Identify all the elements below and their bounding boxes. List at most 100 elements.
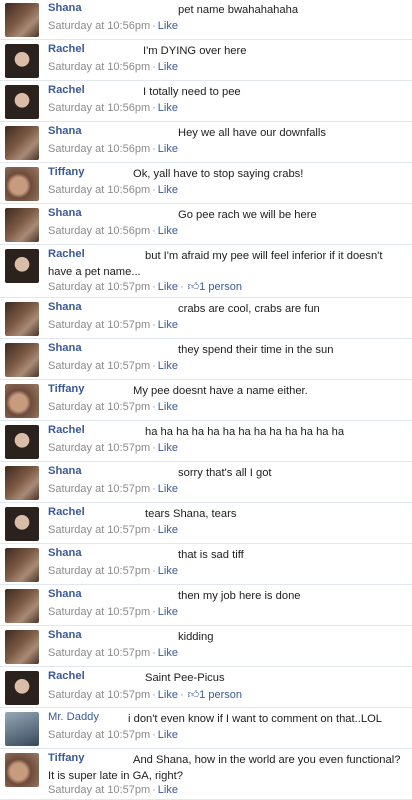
comment-text: Ok, yall have to stop saying crabs! [133,168,304,180]
comment-text: pet name bwahahahaha [178,4,299,16]
avatar[interactable] [5,302,39,336]
comment-item: Shana that is sad tiff Saturday at 10:57pm… [0,545,412,585]
avatar[interactable] [5,671,39,705]
comment-meta: Saturday at 10:57pm · Like · 👍︎1 person [48,280,242,293]
avatar[interactable] [5,44,39,78]
separator-dot: · [152,565,156,577]
comment-text: but I'm afraid my pee will feel inferior… [48,250,383,278]
avatar[interactable] [5,249,39,283]
comment-timestamp[interactable]: Saturday at 10:57pm [48,647,150,659]
comment-meta: Saturday at 10:56pm · Like [48,61,178,73]
avatar[interactable] [5,126,39,160]
comment-timestamp[interactable]: Saturday at 10:56pm [48,61,150,73]
comment-timestamp[interactable]: Saturday at 10:57pm [48,319,150,331]
like-count-link[interactable]: 1 person [199,281,242,293]
comment-divider [0,584,412,585]
avatar[interactable] [5,712,39,746]
comment-timestamp[interactable]: Saturday at 10:56pm [48,143,150,155]
comment-timestamp[interactable]: Saturday at 10:56pm [48,225,150,237]
avatar[interactable] [5,343,39,377]
avatar[interactable] [5,753,39,787]
like-link[interactable]: Like [158,360,178,372]
comment-timestamp[interactable]: Saturday at 10:57pm [48,442,150,454]
like-link[interactable]: Like [158,565,178,577]
comment-meta: Saturday at 10:57pm · Like [48,524,178,536]
commenter-name-link[interactable]: Rachel [48,43,85,55]
like-link[interactable]: Like [158,524,178,536]
like-link[interactable]: Like [158,606,178,618]
comment-item: Rachel Saint Pee-Picus Saturday at 10:57pm… [0,668,412,708]
avatar[interactable] [5,167,39,201]
separator-dot: · [152,20,156,32]
like-link[interactable]: Like [158,784,178,796]
avatar[interactable] [5,548,39,582]
comment-timestamp[interactable]: Saturday at 10:57pm [48,565,150,577]
comment-item: Shana then my job here is done Saturday at… [0,586,412,626]
like-link[interactable]: Like [158,647,178,659]
commenter-name-link[interactable]: Shana [48,588,82,600]
commenter-name-link[interactable]: Rachel [48,424,85,436]
avatar[interactable] [5,208,39,242]
like-link[interactable]: Like [158,184,178,196]
avatar[interactable] [5,384,39,418]
like-link[interactable]: Like [158,729,178,741]
like-link[interactable]: Like [158,102,178,114]
like-link[interactable]: Like [158,689,178,701]
avatar[interactable] [5,85,39,119]
comment-item: Tiffany My pee doesnt have a name either.… [0,381,412,421]
commenter-name-link[interactable]: Tiffany [48,383,84,395]
comment-timestamp[interactable]: Saturday at 10:57pm [48,689,150,701]
commenter-name-link[interactable]: Shana [48,547,82,559]
like-link[interactable]: Like [158,319,178,331]
comment-timestamp[interactable]: Saturday at 10:57pm [48,729,150,741]
comment-item: Shana Hey we all have our downfalls Saturd… [0,123,412,163]
comment-timestamp[interactable]: Saturday at 10:56pm [48,20,150,32]
avatar[interactable] [5,425,39,459]
comment-item: Rachel I'm DYING over here Saturday at 10:… [0,41,412,81]
comment-divider [0,379,412,380]
separator-dot: · [152,442,156,454]
comment-timestamp[interactable]: Saturday at 10:57pm [48,401,150,413]
commenter-name-link[interactable]: Shana [48,342,82,354]
like-link[interactable]: Like [158,483,178,495]
comment-timestamp[interactable]: Saturday at 10:57pm [48,784,150,796]
comment-timestamp[interactable]: Saturday at 10:57pm [48,360,150,372]
like-link[interactable]: Like [158,61,178,73]
comment-timestamp[interactable]: Saturday at 10:57pm [48,483,150,495]
comment-item: Shana sorry that's all I got Saturday at 1… [0,463,412,503]
like-link[interactable]: Like [158,442,178,454]
avatar[interactable] [5,466,39,500]
like-link[interactable]: Like [158,281,178,293]
commenter-name-link[interactable]: Shana [48,2,82,14]
redacted-surname [90,83,140,98]
like-link[interactable]: Like [158,225,178,237]
comment-divider [0,461,412,462]
commenter-name-link[interactable]: Shana [48,301,82,313]
commenter-name-link[interactable]: Shana [48,207,82,219]
commenter-name-link[interactable]: Shana [48,465,82,477]
like-link[interactable]: Like [158,143,178,155]
comment-timestamp[interactable]: Saturday at 10:56pm [48,184,150,196]
comment-text: they spend their time in the sun [178,344,334,356]
commenter-name-link[interactable]: Rachel [48,670,85,682]
comment-divider [0,162,412,163]
comment-timestamp[interactable]: Saturday at 10:57pm [48,281,150,293]
like-link[interactable]: Like [158,401,178,413]
comment-timestamp[interactable]: Saturday at 10:56pm [48,102,150,114]
avatar[interactable] [5,589,39,623]
avatar[interactable] [5,630,39,664]
commenter-name-link[interactable]: Shana [48,125,82,137]
commenter-name-link[interactable]: Rachel [48,84,85,96]
commenter-name-link[interactable]: Rachel [48,506,85,518]
like-link[interactable]: Like [158,20,178,32]
avatar[interactable] [5,3,39,37]
comment-timestamp[interactable]: Saturday at 10:57pm [48,606,150,618]
comment-divider [0,625,412,626]
comment-timestamp[interactable]: Saturday at 10:57pm [48,524,150,536]
like-count-link[interactable]: 1 person [199,689,242,701]
avatar[interactable] [5,507,39,541]
comment-meta: Saturday at 10:56pm · Like [48,225,178,237]
commenter-name-link[interactable]: Tiffany [48,166,84,178]
commenter-name-link[interactable]: Mr. Daddy [48,711,99,723]
commenter-name-link[interactable]: Shana [48,629,82,641]
